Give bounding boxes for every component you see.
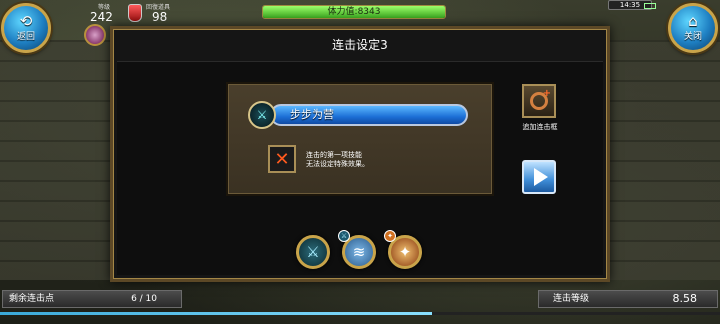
return-arrow-icon: ⟲ bbox=[19, 12, 33, 30]
potion-icon bbox=[128, 4, 142, 22]
add-ring-icon: + bbox=[530, 88, 551, 110]
stone-wall-right bbox=[610, 40, 720, 280]
play-arrow-icon bbox=[533, 168, 548, 186]
close-button[interactable]: ⌂ 关闭 bbox=[668, 3, 718, 53]
back-button[interactable]: ⟲ 返回 bbox=[1, 3, 51, 53]
note-line-2: 无法设定特殊效果。 bbox=[306, 160, 369, 168]
combo-label: 连击等级 bbox=[553, 294, 590, 304]
player-level: 等级 242 bbox=[84, 2, 126, 24]
experience-progress bbox=[0, 312, 720, 315]
home-icon: ⌂ bbox=[688, 12, 698, 30]
note-line-1: 连击的第一项技能 bbox=[306, 151, 362, 159]
skill-note: 连击的第一项技能 无法设定特殊效果。 bbox=[306, 151, 416, 169]
skill-mini-badge-icon: ⚔ bbox=[338, 230, 350, 242]
combo-value: 8.58 bbox=[672, 292, 698, 305]
disabled-effect-icon: ✕ bbox=[268, 145, 296, 173]
skill-detail-panel bbox=[226, 82, 494, 196]
skill-badge-icon: ⚔ bbox=[248, 101, 276, 129]
combo-level: 连击等级 8.58 bbox=[538, 290, 718, 308]
points-label: 剩余连击点 bbox=[9, 294, 55, 304]
add-combo-frame-label: 追加连击框 bbox=[522, 123, 558, 131]
potion-count: 回復道具 98 bbox=[128, 2, 178, 24]
sword-skill-icon[interactable]: ⚔ bbox=[296, 235, 330, 269]
potion-value: 98 bbox=[152, 10, 168, 24]
stamina-text: 体力值:8343 bbox=[327, 7, 381, 17]
remaining-combo-points: 剩余连击点 6 / 10 bbox=[2, 290, 182, 308]
play-button[interactable] bbox=[522, 160, 556, 194]
plus-icon: + bbox=[542, 88, 551, 99]
stone-wall-left bbox=[0, 40, 110, 280]
points-value: 6 / 10 bbox=[131, 294, 157, 304]
back-button-label: 返回 bbox=[16, 32, 35, 42]
level-value: 242 bbox=[90, 10, 113, 24]
skill-name-bar[interactable]: 步步为营 bbox=[270, 104, 468, 126]
gift-icon[interactable] bbox=[84, 24, 106, 46]
skill-name: 步步为营 bbox=[290, 108, 334, 121]
add-combo-frame-button[interactable]: + bbox=[522, 84, 556, 118]
battery-icon bbox=[644, 3, 656, 9]
skill-mini-badge-icon: ✦ bbox=[384, 230, 396, 242]
stamina-bar: 体力值:8343 bbox=[262, 5, 446, 19]
experience-progress-fill bbox=[0, 312, 432, 315]
dialog-title: 连击设定3 bbox=[332, 38, 388, 52]
close-button-label: 关闭 bbox=[683, 32, 702, 42]
